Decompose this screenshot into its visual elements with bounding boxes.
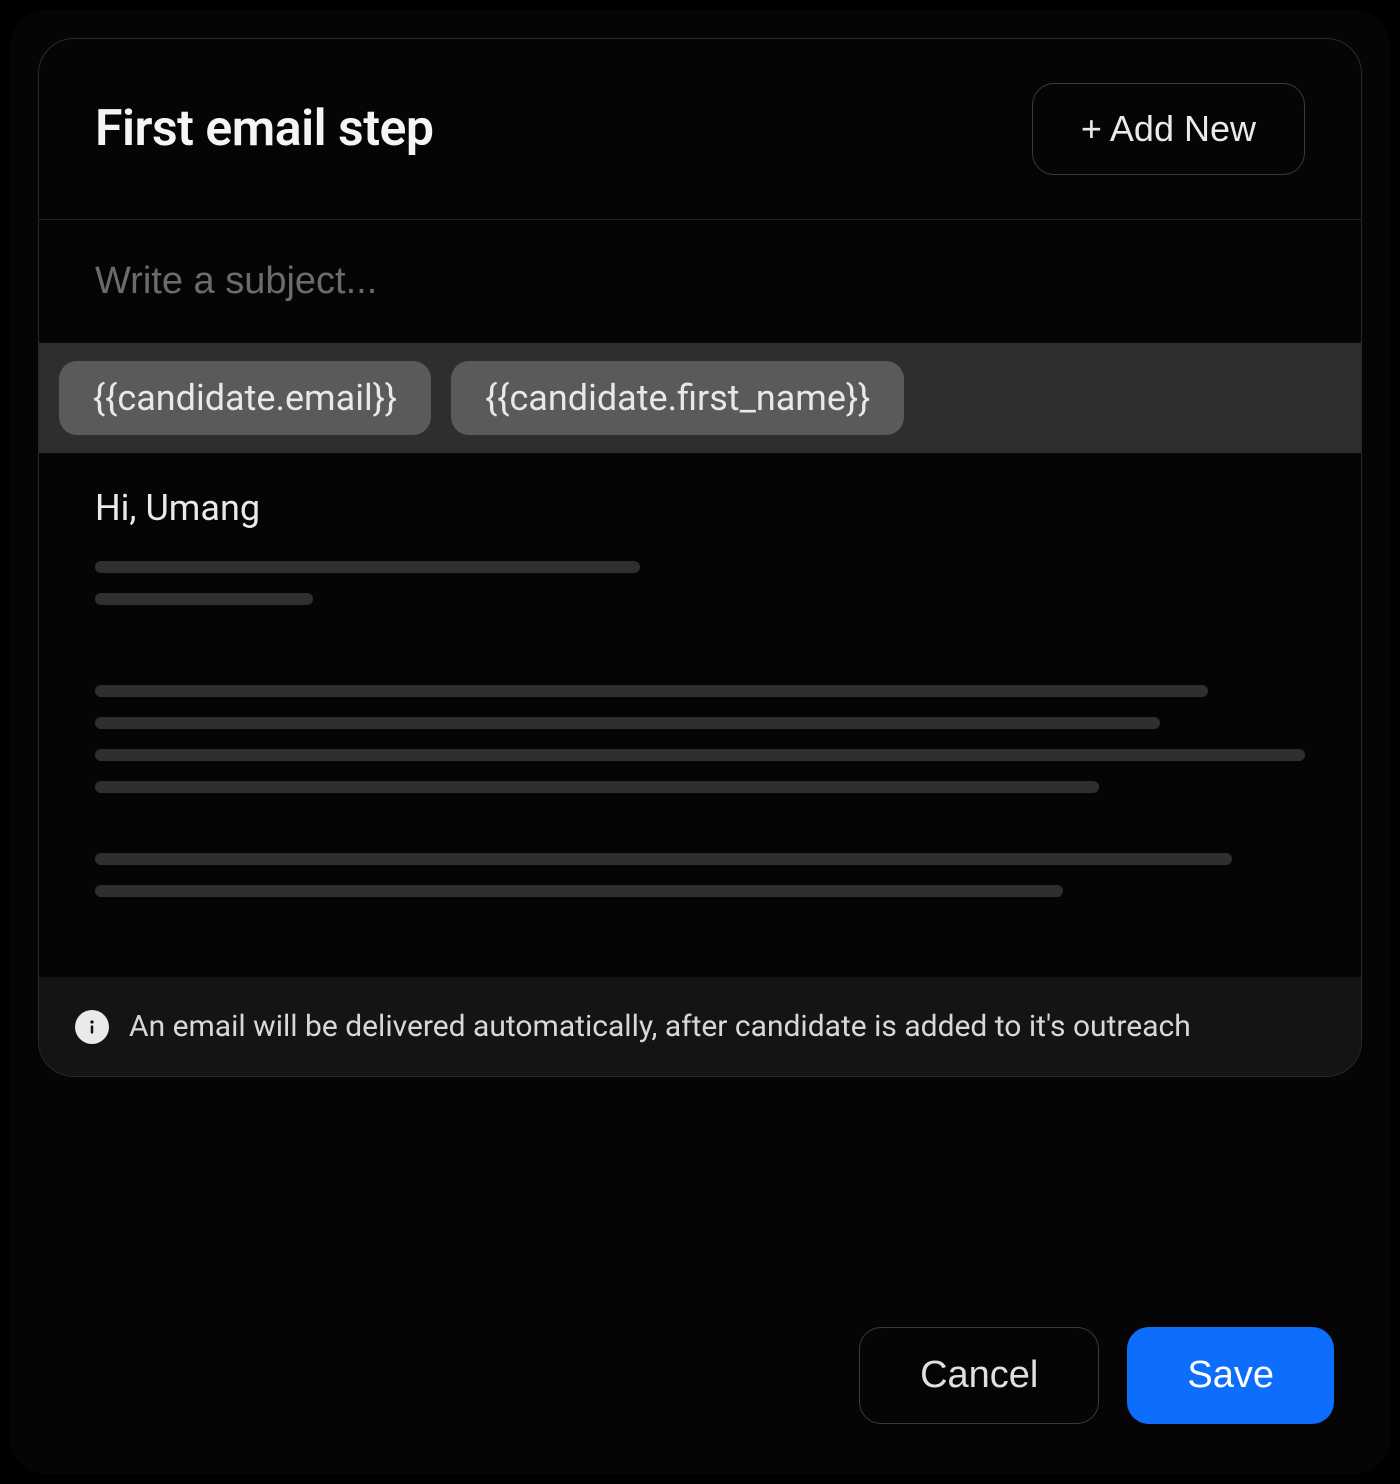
token-chip-candidate-first-name[interactable]: {{candidate.first_name}} [451, 361, 904, 435]
card-header: First email step + Add New [39, 39, 1361, 220]
placeholder-line [95, 781, 1099, 793]
save-button[interactable]: Save [1127, 1327, 1334, 1424]
token-chip-candidate-email[interactable]: {{candidate.email}} [59, 361, 431, 435]
dialog-actions: Cancel Save [38, 1279, 1362, 1434]
subject-input[interactable] [95, 260, 1305, 303]
add-new-button[interactable]: + Add New [1032, 83, 1305, 175]
dialog-container: First email step + Add New {{candidate.e… [10, 10, 1390, 1474]
email-step-card: First email step + Add New {{candidate.e… [38, 38, 1362, 1077]
cancel-button[interactable]: Cancel [859, 1327, 1099, 1424]
info-row: An email will be delivered automatically… [39, 977, 1361, 1076]
greeting-text: Hi, Umang [95, 487, 1305, 529]
placeholder-line [95, 853, 1232, 865]
info-icon [75, 1010, 109, 1044]
subject-row [39, 220, 1361, 343]
placeholder-line [95, 717, 1160, 729]
card-title: First email step [95, 100, 434, 158]
email-body-area[interactable]: Hi, Umang [39, 453, 1361, 977]
placeholder-line [95, 749, 1305, 761]
placeholder-line [95, 561, 640, 573]
tokens-row: {{candidate.email}} {{candidate.first_na… [39, 343, 1361, 453]
placeholder-line [95, 685, 1208, 697]
info-text: An email will be delivered automatically… [129, 1007, 1191, 1046]
placeholder-line [95, 885, 1063, 897]
placeholder-line [95, 593, 313, 605]
